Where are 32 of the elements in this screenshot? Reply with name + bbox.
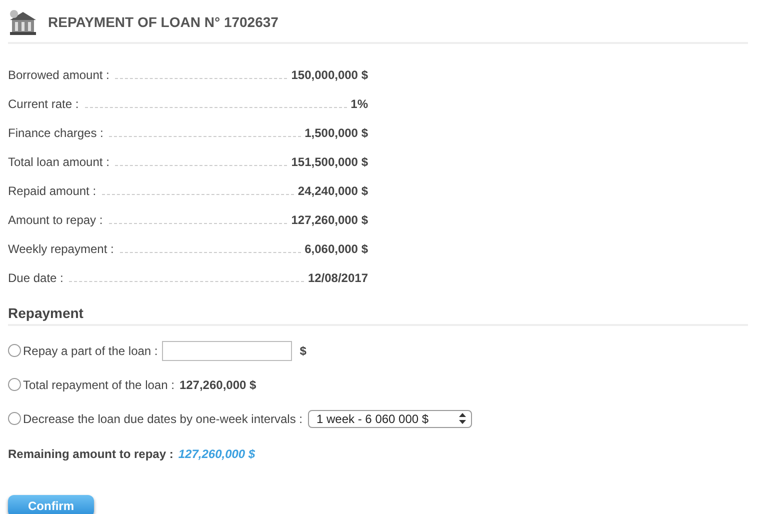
currency-label: $ [300,344,306,358]
detail-value: 12/08/2017 [308,271,368,285]
option-label: Decrease the loan due dates by one-week intervals : [23,412,302,426]
detail-label: Total loan amount : [8,155,110,169]
remaining-value: 127,260,000 $ [178,447,256,461]
radio-button[interactable] [8,412,21,425]
detail-label: Weekly repayment : [8,242,114,256]
radio-button[interactable] [8,378,21,391]
bank-icon [8,9,38,35]
amount-input-field[interactable] [162,340,292,360]
detail-value: 151,500,000 $ [291,155,368,169]
detail-value: 1% [350,97,368,111]
total-amount: 127,260,000 $ [179,378,256,392]
detail-label: Borrowed amount : [8,68,110,82]
option-label: Repay a part of the loan : [23,344,158,358]
detail-label: Amount to repay : [8,213,103,227]
detail-label: Finance charges : [8,126,104,140]
detail-value: 24,240,000 $ [298,184,368,198]
section-heading: Repayment [8,305,748,326]
detail-value: 150,000,000 $ [291,68,368,82]
detail-value: 6,060,000 $ [304,242,368,256]
stepper-icon [458,413,466,424]
detail-label: Repaid amount : [8,184,96,198]
select-field[interactable]: 1 week - 6 060 000 $ [308,410,472,428]
detail-label: Current rate : [8,97,79,111]
page-title: REPAYMENT OF LOAN N° 1702637 [48,14,278,30]
detail-value: 127,260,000 $ [291,213,368,227]
option-label: Total repayment of the loan : [23,378,174,392]
detail-value: 1,500,000 $ [304,126,368,140]
detail-label: Due date : [8,271,64,285]
radio-button[interactable] [8,344,21,357]
remaining-label: Remaining amount to repay : [8,447,174,461]
